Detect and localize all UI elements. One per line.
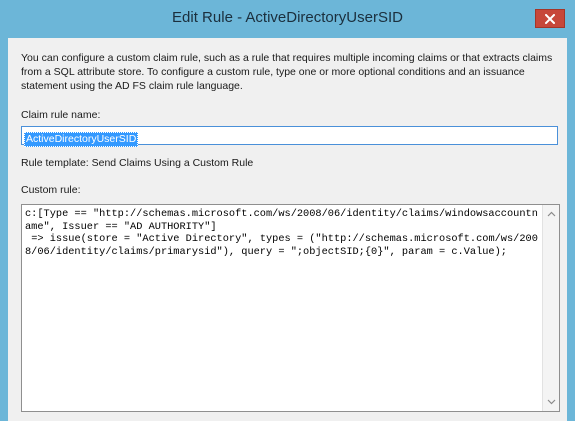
custom-rule-label: Custom rule:	[21, 184, 81, 196]
rule-template-text: Rule template: Send Claims Using a Custo…	[21, 157, 254, 169]
dialog-body: You can configure a custom claim rule, s…	[8, 38, 567, 421]
vertical-scrollbar[interactable]	[542, 205, 559, 411]
claim-rule-name-label: Claim rule name:	[21, 109, 101, 121]
chevron-down-icon	[547, 399, 555, 405]
edit-rule-dialog: Edit Rule - ActiveDirectoryUserSID You c…	[0, 0, 575, 421]
scroll-up-button[interactable]	[543, 206, 559, 222]
rule-description: You can configure a custom claim rule, s…	[21, 52, 553, 92]
custom-rule-textarea[interactable]: c:[Type == "http://schemas.microsoft.com…	[21, 204, 560, 412]
close-button[interactable]	[535, 9, 565, 28]
claim-rule-name-value: ActiveDirectoryUserSID	[24, 132, 139, 147]
chevron-up-icon	[547, 211, 555, 217]
claim-rule-name-input[interactable]: ActiveDirectoryUserSID	[21, 126, 558, 147]
dialog-title: Edit Rule - ActiveDirectoryUserSID	[172, 9, 403, 26]
close-icon	[545, 13, 555, 24]
scroll-down-button[interactable]	[543, 394, 559, 410]
custom-rule-text: c:[Type == "http://schemas.microsoft.com…	[25, 208, 538, 258]
title-bar[interactable]: Edit Rule - ActiveDirectoryUserSID	[0, 0, 575, 38]
